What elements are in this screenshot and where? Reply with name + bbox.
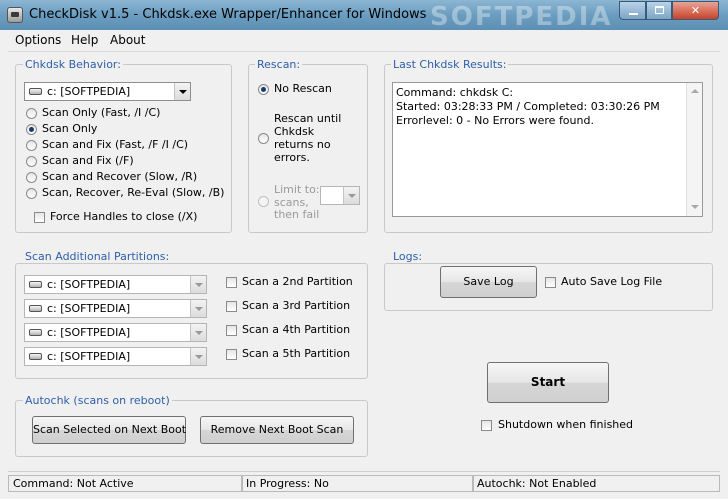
results-line-errorlevel: Errorlevel: 0 - No Errors were found. <box>396 114 594 127</box>
app-window: CheckDisk v1.5 - Chkdsk.exe Wrapper/Enha… <box>0 0 728 499</box>
scan-recover-label: Scan and Recover (Slow, /R) <box>42 170 198 183</box>
radio-scan-fix-fast[interactable] <box>26 140 37 151</box>
status-bar: Command: Not Active In Progress: No Auto… <box>8 471 720 493</box>
scroll-down-icon[interactable] <box>691 205 699 209</box>
drive-icon <box>29 88 42 95</box>
partition-4-value: c: [SOFTPEDIA] <box>47 326 131 339</box>
auto-save-checkbox[interactable] <box>545 277 556 288</box>
radio-scan-recover[interactable] <box>26 172 37 183</box>
rescan-until-line4: errors. <box>274 151 310 164</box>
rescan-until-line2: Chkdsk <box>274 125 315 138</box>
radio-scan-fix[interactable] <box>26 156 37 167</box>
results-line-times: Started: 03:28:33 PM / Completed: 03:30:… <box>396 100 660 113</box>
chevron-down-icon[interactable] <box>343 187 359 204</box>
maximize-button[interactable] <box>646 1 672 20</box>
scan-only-label: Scan Only <box>42 122 98 135</box>
rescan-until-line3: returns no <box>274 138 331 151</box>
start-button[interactable]: Start <box>487 362 609 403</box>
partition-5-value: c: [SOFTPEDIA] <box>47 350 131 363</box>
partition-3-label: Scan a 3rd Partition <box>242 299 351 312</box>
window-title: CheckDisk v1.5 - Chkdsk.exe Wrapper/Enha… <box>29 7 427 22</box>
radio-no-rescan[interactable] <box>258 84 269 95</box>
partition-2-select[interactable]: c: [SOFTPEDIA] <box>24 275 207 294</box>
results-line-command: Command: chkdsk C: <box>396 86 514 99</box>
rescan-until-line1: Rescan until <box>274 112 342 125</box>
scan-recover-reeval-label: Scan, Recover, Re-Eval (Slow, /B) <box>42 186 225 199</box>
limit-to-line3: then fail <box>274 208 320 221</box>
limit-count-select[interactable] <box>320 186 360 205</box>
drive-select[interactable]: c: [SOFTPEDIA] <box>24 82 191 101</box>
chevron-down-icon[interactable] <box>190 276 206 293</box>
maximize-icon <box>655 6 664 14</box>
results-scrollbar[interactable] <box>686 83 702 216</box>
partition-3-select[interactable]: c: [SOFTPEDIA] <box>24 299 207 318</box>
no-rescan-label: No Rescan <box>274 82 332 95</box>
scan-only-fast-label: Scan Only (Fast, /I /C) <box>42 106 161 119</box>
scan-fix-fast-label: Scan and Fix (Fast, /F /I /C) <box>42 138 189 151</box>
partition-4-label: Scan a 4th Partition <box>242 323 351 336</box>
results-textarea[interactable]: Command: chkdsk C: Started: 03:28:33 PM … <box>392 82 703 217</box>
status-autochk: Autochk: Not Enabled <box>472 475 720 492</box>
partition-4-checkbox[interactable] <box>226 325 237 336</box>
radio-scan-recover-reeval[interactable] <box>26 188 37 199</box>
scan-fix-label: Scan and Fix (/F) <box>42 154 134 167</box>
save-log-button[interactable]: Save Log <box>440 266 537 298</box>
drive-select-value: c: [SOFTPEDIA] <box>47 85 131 98</box>
partition-2-value: c: [SOFTPEDIA] <box>47 278 131 291</box>
scroll-up-icon[interactable] <box>691 89 699 93</box>
results-legend: Last Chkdsk Results: <box>391 58 509 71</box>
menu-bar: Options Help About <box>8 30 720 52</box>
chevron-down-icon[interactable] <box>190 324 206 341</box>
partition-3-value: c: [SOFTPEDIA] <box>47 302 131 315</box>
shutdown-label: Shutdown when finished <box>498 418 634 431</box>
app-disk-icon <box>7 7 23 23</box>
chkdsk-behavior-legend: Chkdsk Behavior: <box>23 58 123 71</box>
limit-to-line1: Limit to: <box>274 183 320 196</box>
partition-5-label: Scan a 5th Partition <box>242 347 351 360</box>
autochk-legend: Autochk (scans on reboot) <box>23 394 172 407</box>
minimize-button[interactable] <box>619 1 646 20</box>
remove-next-boot-button[interactable]: Remove Next Boot Scan <box>200 416 354 444</box>
partition-3-checkbox[interactable] <box>226 301 237 312</box>
drive-icon <box>29 353 42 360</box>
title-bar[interactable]: CheckDisk v1.5 - Chkdsk.exe Wrapper/Enha… <box>0 0 728 32</box>
partition-2-label: Scan a 2nd Partition <box>242 275 353 288</box>
rescan-legend: Rescan: <box>255 58 303 71</box>
force-handles-label: Force Handles to close (/X) <box>50 210 198 223</box>
menu-help[interactable]: Help <box>71 33 98 47</box>
scan-next-boot-button[interactable]: Scan Selected on Next Boot <box>32 416 186 444</box>
radio-scan-only[interactable] <box>26 124 37 135</box>
drive-icon <box>29 281 42 288</box>
drive-icon <box>29 305 42 312</box>
partition-4-select[interactable]: c: [SOFTPEDIA] <box>24 323 207 342</box>
menu-options[interactable]: Options <box>15 33 61 47</box>
chevron-down-icon[interactable] <box>174 83 190 100</box>
logs-legend: Logs: <box>391 250 425 263</box>
minimize-icon <box>629 13 638 15</box>
status-progress: In Progress: No <box>241 475 474 492</box>
close-button[interactable]: ✕ <box>672 1 719 20</box>
force-handles-checkbox[interactable] <box>34 212 45 223</box>
partition-5-select[interactable]: c: [SOFTPEDIA] <box>24 347 207 366</box>
radio-rescan-until[interactable] <box>258 133 269 144</box>
radio-scan-only-fast[interactable] <box>26 108 37 119</box>
partition-5-checkbox[interactable] <box>226 349 237 360</box>
menu-about[interactable]: About <box>110 33 145 47</box>
auto-save-label: Auto Save Log File <box>561 275 663 288</box>
shutdown-checkbox[interactable] <box>481 420 492 431</box>
status-command: Command: Not Active <box>8 475 243 492</box>
watermark-text: SOFTPEDIA <box>430 2 613 32</box>
drive-icon <box>29 329 42 336</box>
chevron-down-icon[interactable] <box>190 348 206 365</box>
radio-limit-to[interactable] <box>258 196 269 207</box>
chevron-down-icon[interactable] <box>190 300 206 317</box>
partitions-legend: Scan Additional Partitions: <box>23 250 172 263</box>
close-icon: ✕ <box>690 4 701 17</box>
partition-2-checkbox[interactable] <box>226 277 237 288</box>
